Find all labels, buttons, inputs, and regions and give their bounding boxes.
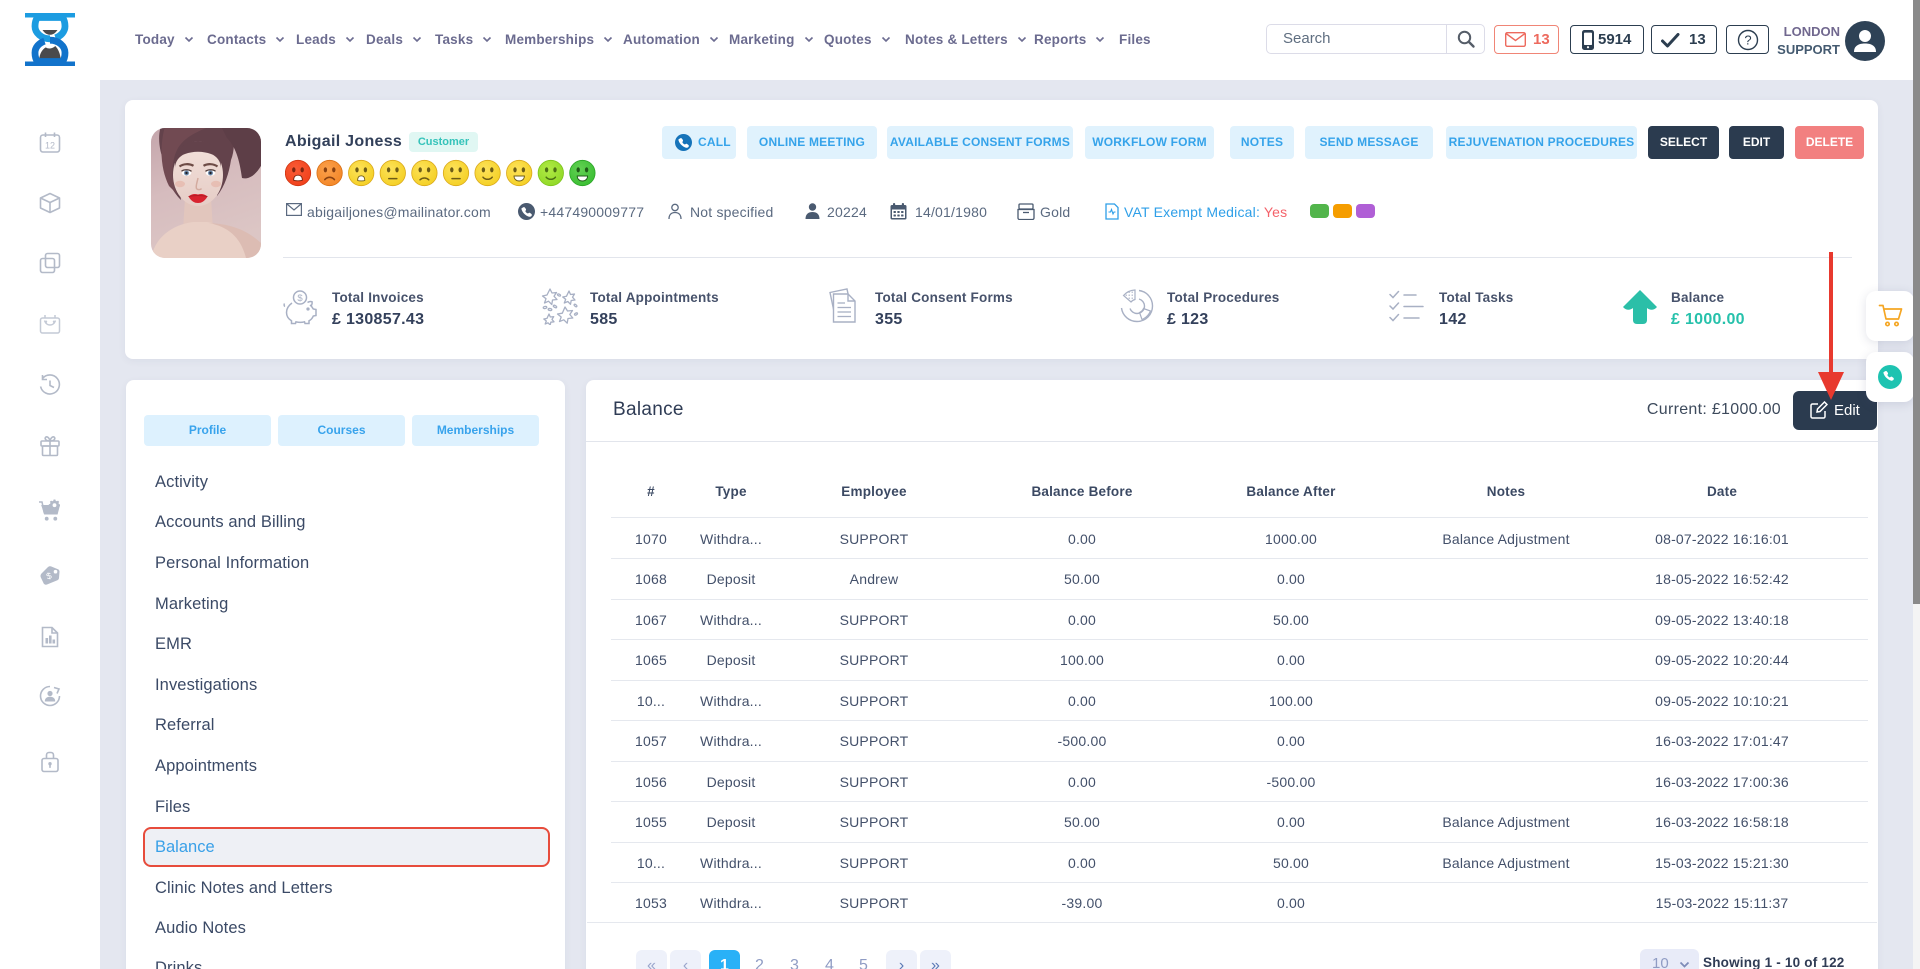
- svg-text:$: $: [297, 293, 303, 304]
- svg-text:?: ?: [1744, 33, 1751, 48]
- svg-text:12: 12: [45, 141, 55, 151]
